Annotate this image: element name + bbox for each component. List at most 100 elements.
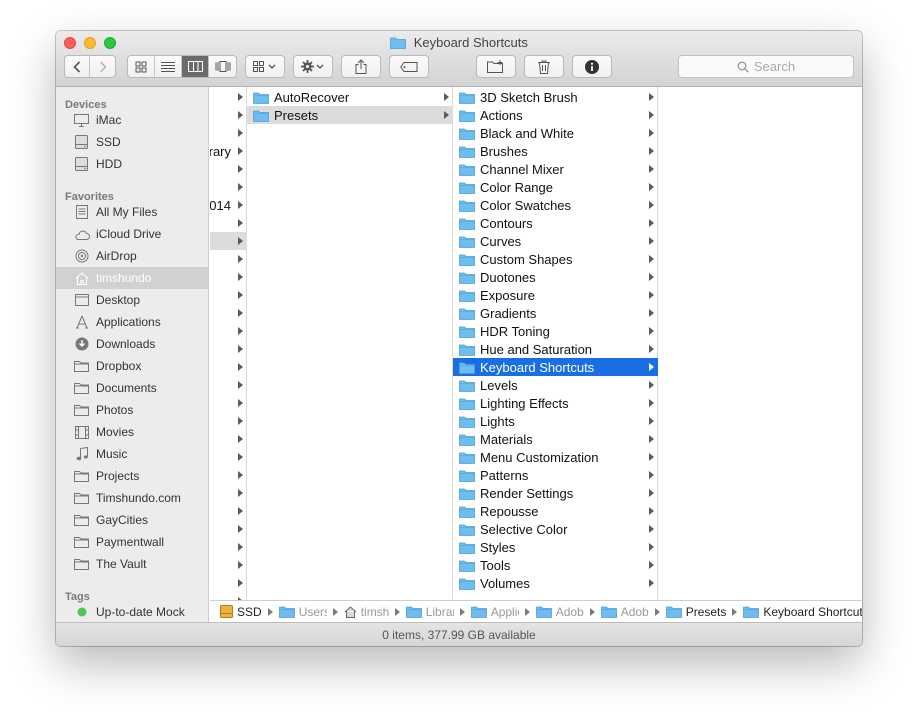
arrange-button[interactable]: [245, 55, 285, 78]
column-0-row[interactable]: [210, 232, 247, 250]
sidebar-item-all-my-files[interactable]: All My Files: [56, 201, 208, 223]
sidebar-item-the-vault[interactable]: The Vault: [56, 553, 208, 575]
list-view-button[interactable]: [155, 56, 182, 77]
action-button[interactable]: [293, 55, 333, 78]
column-0-row[interactable]: [210, 394, 247, 412]
path-crumb[interactable]: Presets: [665, 605, 744, 619]
sidebar-item-airdrop[interactable]: AirDrop: [56, 245, 208, 267]
column-0-row[interactable]: [210, 448, 247, 466]
column-2-row[interactable]: Hue and Saturation: [453, 340, 658, 358]
sidebar-item-paymentwall[interactable]: Paymentwall: [56, 531, 208, 553]
column-2-row[interactable]: HDR Toning: [453, 322, 658, 340]
column-2-row[interactable]: Tools: [453, 556, 658, 574]
column-0-row[interactable]: [210, 178, 247, 196]
column-2-row[interactable]: Channel Mixer: [453, 160, 658, 178]
column-0-row[interactable]: [210, 88, 247, 106]
column-2-row[interactable]: Styles: [453, 538, 658, 556]
tag-button[interactable]: [389, 55, 429, 78]
get-info-button[interactable]: [572, 55, 612, 78]
column-2-row[interactable]: Curves: [453, 232, 658, 250]
forward-button[interactable]: [90, 56, 115, 77]
column-2-row[interactable]: Patterns: [453, 466, 658, 484]
sidebar-item-hdd[interactable]: HDD: [56, 153, 208, 175]
column-0-row[interactable]: [210, 466, 247, 484]
trash-button[interactable]: [524, 55, 564, 78]
path-crumb[interactable]: Keyboard Shortcuts: [743, 605, 862, 619]
sidebar-item-applications[interactable]: Applications: [56, 311, 208, 333]
new-folder-button[interactable]: [476, 55, 516, 78]
sidebar-item-imac[interactable]: iMac: [56, 109, 208, 131]
column-2-row[interactable]: Levels: [453, 376, 658, 394]
path-crumb[interactable]: Adobe Photoshop: [600, 605, 666, 619]
sidebar-item-dropbox[interactable]: Dropbox: [56, 355, 208, 377]
column-0-row[interactable]: [210, 538, 247, 556]
path-crumb[interactable]: Adobe: [535, 605, 601, 619]
column-0-row[interactable]: [210, 304, 247, 322]
sidebar-item-music[interactable]: Music: [56, 443, 208, 465]
column-0-row[interactable]: [210, 376, 247, 394]
back-button[interactable]: [65, 56, 91, 77]
sidebar-item-documents[interactable]: Documents: [56, 377, 208, 399]
column-2-row[interactable]: Brushes: [453, 142, 658, 160]
column-2-row[interactable]: Contours: [453, 214, 658, 232]
column-2-row[interactable]: Custom Shapes: [453, 250, 658, 268]
column-0-row[interactable]: [210, 214, 247, 232]
column-2-row[interactable]: 3D Sketch Brush: [453, 88, 658, 106]
column-2-row[interactable]: Actions: [453, 106, 658, 124]
path-crumb[interactable]: Users: [278, 605, 344, 619]
sidebar-item-movies[interactable]: Movies: [56, 421, 208, 443]
sidebar-item-icloud-drive[interactable]: iCloud Drive: [56, 223, 208, 245]
column-1-row[interactable]: AutoRecover: [247, 88, 453, 106]
column-0-row[interactable]: rary: [210, 142, 247, 160]
column-0-row[interactable]: [210, 412, 247, 430]
path-crumb[interactable]: Library: [405, 605, 471, 619]
column-0-row[interactable]: [210, 430, 247, 448]
column-0-row[interactable]: [210, 160, 247, 178]
column-0-row[interactable]: [210, 592, 247, 600]
column-2-row[interactable]: Lighting Effects: [453, 394, 658, 412]
column-0-row[interactable]: [210, 124, 247, 142]
column-2-row[interactable]: Black and White: [453, 124, 658, 142]
column-0-row[interactable]: [210, 556, 247, 574]
column-0-row[interactable]: [210, 250, 247, 268]
column-0-row[interactable]: [210, 322, 247, 340]
column-0-row[interactable]: [210, 286, 247, 304]
sidebar-item-desktop[interactable]: Desktop: [56, 289, 208, 311]
search-input[interactable]: Search: [678, 55, 854, 78]
cover-flow-button[interactable]: [209, 56, 236, 77]
column-view-button[interactable]: [182, 56, 209, 77]
sidebar-item-up-to-date-mock[interactable]: Up-to-date Mock: [56, 601, 208, 622]
sidebar-item-ssd[interactable]: SSD: [56, 131, 208, 153]
path-crumb[interactable]: SSD: [220, 605, 279, 619]
sidebar-item-gaycities[interactable]: GayCities: [56, 509, 208, 531]
column-2-row[interactable]: Selective Color: [453, 520, 658, 538]
column-2-row[interactable]: Gradients: [453, 304, 658, 322]
column-2-row[interactable]: Color Range: [453, 178, 658, 196]
column-0-row[interactable]: [210, 520, 247, 538]
column-2-row[interactable]: Duotones: [453, 268, 658, 286]
share-button[interactable]: [341, 55, 381, 78]
sidebar-item-timshundo[interactable]: timshundo: [56, 267, 208, 289]
column-2-row[interactable]: Repousse: [453, 502, 658, 520]
path-crumb[interactable]: Application Support: [470, 605, 536, 619]
sidebar-item-projects[interactable]: Projects: [56, 465, 208, 487]
column-2-row[interactable]: Menu Customization: [453, 448, 658, 466]
column-2-row[interactable]: Render Settings: [453, 484, 658, 502]
column-0-row[interactable]: [210, 268, 247, 286]
column-0-row[interactable]: [210, 574, 247, 592]
column-0-row[interactable]: [210, 484, 247, 502]
column-2-row[interactable]: Exposure: [453, 286, 658, 304]
column-0-row[interactable]: [210, 358, 247, 376]
column-1-row[interactable]: Presets: [247, 106, 453, 124]
column-2-row[interactable]: Volumes: [453, 574, 658, 592]
column-0-row[interactable]: [210, 502, 247, 520]
column-0-row[interactable]: [210, 340, 247, 358]
column-0-row[interactable]: [210, 106, 247, 124]
sidebar-item-photos[interactable]: Photos: [56, 399, 208, 421]
column-2-row[interactable]: Color Swatches: [453, 196, 658, 214]
column-0-row[interactable]: 014: [210, 196, 247, 214]
icon-view-button[interactable]: [128, 56, 155, 77]
sidebar-item-timshundo-com[interactable]: Timshundo.com: [56, 487, 208, 509]
column-2-row[interactable]: Keyboard Shortcuts: [453, 358, 658, 376]
path-crumb[interactable]: timshundo: [344, 605, 406, 619]
